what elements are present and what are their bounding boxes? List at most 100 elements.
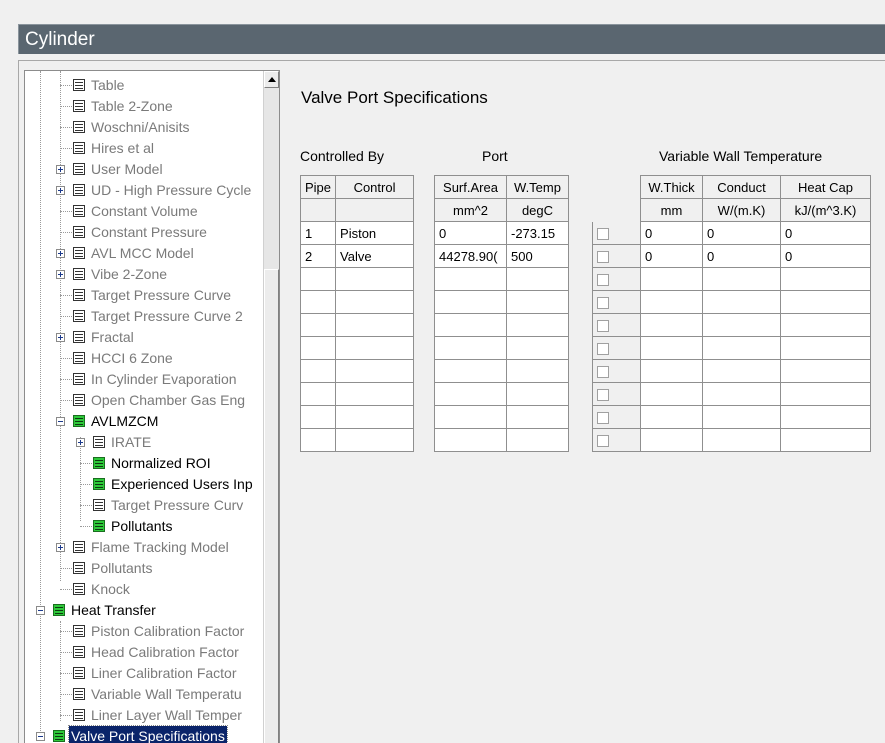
control-cell[interactable]	[335, 336, 415, 360]
pipe-cell[interactable]	[299, 267, 337, 291]
control-cell[interactable]	[335, 313, 415, 337]
wall-temp-cell[interactable]	[506, 267, 569, 291]
heat-cap-cell[interactable]	[780, 290, 871, 314]
conduct-cell[interactable]	[702, 405, 781, 429]
control-cell[interactable]: Piston	[335, 221, 415, 245]
variable-wall-checkbox[interactable]	[597, 274, 609, 287]
control-cell[interactable]	[335, 405, 415, 429]
variable-wall-checkbox[interactable]	[597, 297, 609, 310]
scroll-up-button[interactable]	[264, 71, 279, 88]
expand-icon[interactable]	[56, 165, 65, 174]
wall-thick-cell[interactable]: 0	[640, 221, 703, 245]
collapse-icon[interactable]	[36, 732, 45, 741]
pipe-cell[interactable]: 1	[299, 221, 337, 245]
wall-thick-cell[interactable]: 0	[640, 244, 703, 268]
conduct-cell[interactable]	[702, 336, 781, 360]
conduct-cell[interactable]	[702, 313, 781, 337]
surf-area-cell[interactable]	[434, 428, 507, 452]
control-cell[interactable]	[335, 267, 415, 291]
heat-cap-cell[interactable]: 0	[780, 244, 871, 268]
pipe-cell[interactable]: 2	[299, 244, 337, 268]
table-row: 2 Valve	[299, 244, 415, 268]
conduct-cell[interactable]	[702, 290, 781, 314]
collapse-icon[interactable]	[56, 417, 65, 426]
control-cell[interactable]: Valve	[335, 244, 415, 268]
wall-temp-cell[interactable]	[506, 428, 569, 452]
surf-area-cell[interactable]	[434, 313, 507, 337]
heat-cap-cell[interactable]	[780, 336, 871, 360]
surf-area-cell[interactable]	[434, 382, 507, 406]
wall-thick-cell[interactable]	[640, 313, 703, 337]
variable-wall-checkbox[interactable]	[597, 389, 609, 402]
wall-temp-cell[interactable]	[506, 359, 569, 383]
conduct-cell[interactable]	[702, 382, 781, 406]
pipe-cell[interactable]	[299, 405, 337, 429]
surf-area-cell[interactable]	[434, 267, 507, 291]
expand-icon[interactable]	[56, 543, 65, 552]
heat-cap-cell[interactable]	[780, 382, 871, 406]
control-cell[interactable]	[335, 359, 415, 383]
heat-cap-cell[interactable]	[780, 313, 871, 337]
pipe-cell[interactable]	[299, 290, 337, 314]
wall-temp-cell[interactable]	[506, 290, 569, 314]
variable-wall-checkbox[interactable]	[597, 320, 609, 333]
surf-area-cell[interactable]: 44278.90(	[434, 244, 507, 268]
variable-wall-checkbox[interactable]	[597, 366, 609, 379]
surf-area-cell[interactable]	[434, 405, 507, 429]
conduct-cell[interactable]	[702, 267, 781, 291]
collapse-icon[interactable]	[36, 606, 45, 615]
scroll-thumb[interactable]	[264, 269, 279, 743]
surf-area-cell[interactable]	[434, 336, 507, 360]
surf-area-cell[interactable]: 0	[434, 221, 507, 245]
conduct-cell[interactable]	[702, 428, 781, 452]
wall-thick-cell[interactable]	[640, 428, 703, 452]
wall-temp-cell[interactable]	[506, 313, 569, 337]
table-row	[640, 290, 871, 314]
conduct-cell[interactable]: 0	[702, 221, 781, 245]
wall-temp-cell[interactable]: 500	[506, 244, 569, 268]
heat-cap-cell[interactable]	[780, 405, 871, 429]
variable-wall-checkbox[interactable]	[597, 228, 609, 241]
conduct-cell[interactable]	[702, 359, 781, 383]
model-tree[interactable]: Table Table 2-Zone Woschni/Anisits Hires…	[24, 70, 280, 743]
expand-icon[interactable]	[76, 438, 85, 447]
surf-area-cell[interactable]	[434, 290, 507, 314]
pipe-cell[interactable]	[299, 382, 337, 406]
wall-thick-cell[interactable]	[640, 359, 703, 383]
empty-header	[593, 199, 641, 222]
expand-icon[interactable]	[56, 333, 65, 342]
expand-icon[interactable]	[56, 270, 65, 279]
tree-scrollbar[interactable]	[263, 71, 279, 743]
wall-thick-cell[interactable]	[640, 405, 703, 429]
expand-icon[interactable]	[56, 249, 65, 258]
wall-thick-cell[interactable]	[640, 290, 703, 314]
conduct-cell[interactable]: 0	[702, 244, 781, 268]
wall-temp-cell[interactable]	[506, 336, 569, 360]
control-cell[interactable]	[335, 382, 415, 406]
control-cell[interactable]	[335, 428, 415, 452]
unit-cell: mm^2	[434, 198, 507, 222]
heat-cap-cell[interactable]	[780, 428, 871, 452]
heat-cap-cell[interactable]	[780, 359, 871, 383]
variable-wall-checkbox[interactable]	[597, 435, 609, 448]
wall-thick-cell[interactable]	[640, 267, 703, 291]
table-icon	[73, 688, 85, 700]
pipe-cell[interactable]	[299, 313, 337, 337]
variable-wall-checkbox[interactable]	[597, 343, 609, 356]
expand-icon[interactable]	[56, 186, 65, 195]
heat-cap-cell[interactable]: 0	[780, 221, 871, 245]
heat-cap-cell[interactable]	[780, 267, 871, 291]
wall-temp-cell[interactable]: -273.15	[506, 221, 569, 245]
variable-wall-checkbox[interactable]	[597, 251, 609, 264]
wall-thick-cell[interactable]	[640, 382, 703, 406]
control-cell[interactable]	[335, 290, 415, 314]
pipe-cell[interactable]	[299, 428, 337, 452]
wall-temp-cell[interactable]	[506, 405, 569, 429]
pipe-cell[interactable]	[299, 359, 337, 383]
variable-wall-checkbox[interactable]	[597, 412, 609, 425]
pipe-cell[interactable]	[299, 336, 337, 360]
wall-thick-cell[interactable]	[640, 336, 703, 360]
wall-temp-cell[interactable]	[506, 382, 569, 406]
table-row	[299, 405, 415, 429]
surf-area-cell[interactable]	[434, 359, 507, 383]
